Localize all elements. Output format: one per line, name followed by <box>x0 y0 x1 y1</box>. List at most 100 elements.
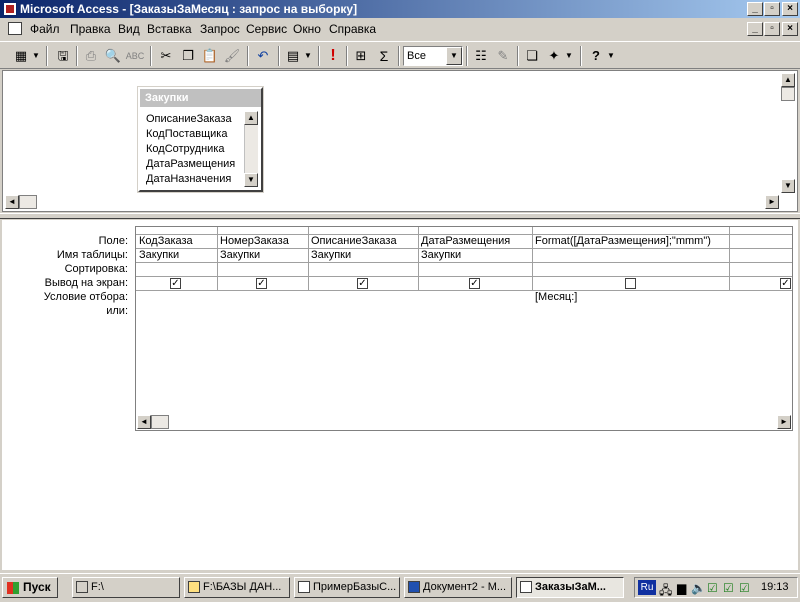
run-icon[interactable]: ! <box>322 46 344 66</box>
network-icon[interactable]: 🖧 <box>659 581 672 602</box>
show-checkbox[interactable]: ✓ <box>780 278 791 289</box>
table-field[interactable]: КодСотрудника <box>146 143 225 155</box>
show-checkbox[interactable]: ✓ <box>170 278 181 289</box>
scroll-up-icon[interactable]: ▲ <box>244 111 258 125</box>
doc-restore-icon[interactable]: ▫ <box>764 22 780 36</box>
cut-icon[interactable]: ✂ <box>155 46 177 66</box>
table-field[interactable]: ДатаНазначения <box>146 173 231 185</box>
print-preview-icon[interactable]: 🔍 <box>102 46 124 66</box>
grid-sort-cell[interactable] <box>309 263 418 277</box>
pane-splitter[interactable] <box>0 213 800 219</box>
show-checkbox[interactable]: ✓ <box>469 278 480 289</box>
table-field[interactable]: КодПоставщика <box>146 128 227 140</box>
properties-icon[interactable]: ☷ <box>470 46 492 66</box>
undo-icon[interactable]: ↶ <box>252 46 274 66</box>
grid-sort-cell[interactable] <box>533 263 729 277</box>
print-icon[interactable]: ⎙ <box>80 46 102 66</box>
query-type-dropdown-icon[interactable]: ▼ <box>302 46 314 66</box>
table-box-scrollbar[interactable] <box>244 125 258 173</box>
grid-criteria-cell[interactable] <box>419 291 532 305</box>
horizontal-scrollbar-thumb[interactable] <box>19 195 37 209</box>
grid-field-cell[interactable]: Format([ДатаРазмещения];"mmm") <box>533 235 729 249</box>
grid-sort-cell[interactable] <box>218 263 308 277</box>
table-diagram-pane[interactable]: ▲ ▼ ◄ ► <box>2 70 798 212</box>
task-button-f-drive[interactable]: F:\ <box>72 577 180 598</box>
format-painter-icon[interactable]: 🖌 <box>221 46 243 66</box>
help-dropdown-icon[interactable]: ▼ <box>605 46 617 66</box>
minimize-icon[interactable]: _ <box>747 2 763 16</box>
table-field[interactable]: ОписаниеЗаказа <box>146 113 232 125</box>
title-bar[interactable]: Microsoft Access - [ЗаказыЗаМесяц : запр… <box>0 0 800 18</box>
database-window-icon[interactable]: ❏ <box>521 46 543 66</box>
grid-criteria-cell[interactable]: [Месяц:] <box>533 291 729 305</box>
grid-field-cell[interactable] <box>730 235 792 249</box>
maximize-icon[interactable]: ▫ <box>764 2 780 16</box>
spelling-icon[interactable]: ABC <box>124 46 146 66</box>
monitor-icon[interactable]: ▆ <box>677 581 686 595</box>
paste-icon[interactable]: 📋 <box>199 46 221 66</box>
checkmark-app-icon-2[interactable]: ☑ <box>723 581 734 595</box>
menu-tools[interactable]: Сервис <box>246 22 287 36</box>
query-type-icon[interactable]: ▤ <box>282 46 304 66</box>
vertical-scrollbar-thumb[interactable] <box>781 87 795 101</box>
scroll-right-icon[interactable]: ► <box>777 415 791 429</box>
clock[interactable]: 19:13 <box>761 581 789 593</box>
table-field[interactable]: ДатаРазмещения <box>146 158 235 170</box>
doc-close-icon[interactable]: × <box>782 22 798 36</box>
grid-sort-cell[interactable] <box>137 263 217 277</box>
access-app-icon[interactable] <box>3 2 17 16</box>
horizontal-scrollbar-thumb[interactable] <box>151 415 169 429</box>
build-icon[interactable]: ✎ <box>492 46 514 66</box>
menu-help[interactable]: Справка <box>329 22 376 36</box>
task-button-word[interactable]: Документ2 - М... <box>404 577 512 598</box>
grid-sort-cell[interactable] <box>419 263 532 277</box>
menu-edit[interactable]: Правка <box>70 22 111 36</box>
doc-minimize-icon[interactable]: _ <box>747 22 763 36</box>
view-dropdown-icon[interactable]: ▼ <box>30 46 42 66</box>
copy-icon[interactable]: ❐ <box>177 46 199 66</box>
show-checkbox[interactable] <box>625 278 636 289</box>
grid-criteria-cell[interactable] <box>309 291 418 305</box>
grid-criteria-cell[interactable] <box>218 291 308 305</box>
top-values-combo[interactable]: Все ▼ <box>403 46 463 66</box>
grid-criteria-cell[interactable] <box>137 291 217 305</box>
view-grid-icon[interactable]: ▦ <box>10 46 32 66</box>
grid-field-cell[interactable]: ДатаРазмещения <box>419 235 532 249</box>
menu-view[interactable]: Вид <box>118 22 140 36</box>
scroll-left-icon[interactable]: ◄ <box>5 195 19 209</box>
scroll-down-icon[interactable]: ▼ <box>244 173 258 187</box>
scroll-right-icon[interactable]: ► <box>765 195 779 209</box>
grid-field-cell[interactable]: НомерЗаказа <box>218 235 308 249</box>
language-indicator[interactable]: Ru <box>638 580 656 595</box>
grid-field-cell[interactable]: ОписаниеЗаказа <box>309 235 418 249</box>
scroll-up-icon[interactable]: ▲ <box>781 73 795 87</box>
grid-table-cell[interactable] <box>533 249 729 263</box>
grid-field-cell[interactable]: КодЗаказа <box>137 235 217 249</box>
checkmark-app-icon-3[interactable]: ☑ <box>739 581 750 595</box>
task-button-query[interactable]: ЗаказыЗаМ... <box>516 577 624 598</box>
volume-icon[interactable]: 🔈 <box>691 581 706 595</box>
start-button[interactable]: Пуск <box>2 577 58 598</box>
checkmark-app-icon[interactable]: ☑ <box>707 581 718 595</box>
chevron-down-icon[interactable]: ▼ <box>446 47 462 65</box>
show-checkbox[interactable]: ✓ <box>357 278 368 289</box>
table-box-title[interactable]: Закупки <box>140 89 261 107</box>
menu-query[interactable]: Запрос <box>200 22 240 36</box>
menu-insert[interactable]: Вставка <box>147 22 192 36</box>
totals-icon[interactable]: Σ <box>373 46 395 66</box>
save-icon[interactable]: 🖫 <box>52 46 74 66</box>
task-button-folder[interactable]: F:\БАЗЫ ДАН... <box>184 577 290 598</box>
grid-table-cell[interactable]: Закупки <box>309 249 418 263</box>
scroll-left-icon[interactable]: ◄ <box>137 415 151 429</box>
show-checkbox[interactable]: ✓ <box>256 278 267 289</box>
grid-table-cell[interactable]: Закупки <box>137 249 217 263</box>
grid-table-cell[interactable] <box>730 249 792 263</box>
menu-window[interactable]: Окно <box>293 22 321 36</box>
table-box-zakupki[interactable]: Закупки ОписаниеЗаказа КодПоставщика Код… <box>137 86 264 193</box>
menu-file[interactable]: Файл <box>30 22 60 36</box>
document-icon[interactable] <box>8 22 22 35</box>
new-object-icon[interactable]: ✦ <box>543 46 565 66</box>
show-table-icon[interactable]: ⊞ <box>350 46 372 66</box>
grid-table-cell[interactable]: Закупки <box>218 249 308 263</box>
task-button-access-db[interactable]: ПримерБазыС... <box>294 577 400 598</box>
